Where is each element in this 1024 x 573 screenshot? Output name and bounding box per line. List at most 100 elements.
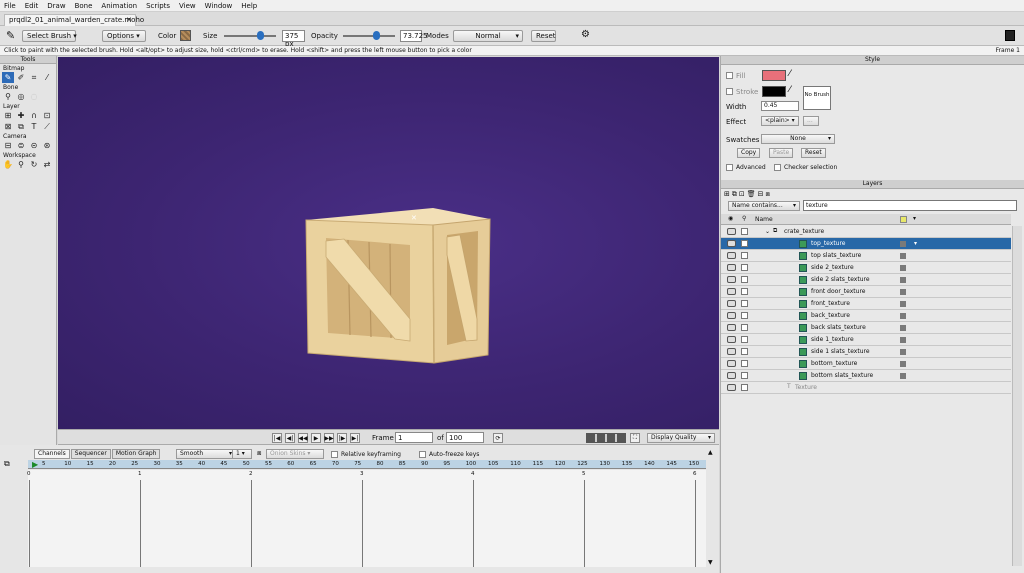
rotate-layer-tool-icon[interactable]: ∩	[28, 110, 40, 121]
layer-row[interactable]: side 1 slats_texture	[721, 346, 1011, 358]
copy-button[interactable]: Copy	[737, 148, 761, 158]
layer-row[interactable]: top_texture ▾	[721, 238, 1011, 250]
no-brush-box[interactable]: No Brush	[803, 86, 831, 110]
new-layer-icon[interactable]: ⊞	[724, 190, 730, 200]
layer-checkbox[interactable]	[741, 276, 748, 283]
view-mode-icons[interactable]	[586, 433, 626, 443]
onion-skins-icon[interactable]: ⧈	[257, 449, 261, 458]
layer-checkbox[interactable]	[741, 228, 748, 235]
layer-checkbox[interactable]	[741, 372, 748, 379]
eye-icon[interactable]	[727, 360, 736, 367]
layer-row[interactable]: back slats_texture	[721, 322, 1011, 334]
relative-keyframing-checkbox[interactable]	[331, 451, 338, 458]
set-origin-tool-icon[interactable]: ⊠	[2, 121, 14, 132]
chevron-down-icon[interactable]: ▾	[913, 215, 916, 222]
layer-row[interactable]: bottom slats_texture	[721, 370, 1011, 382]
stroke-eyedropper-icon[interactable]: ⁄	[789, 85, 791, 95]
filter-layers-icon[interactable]: ⧈	[766, 190, 770, 200]
scroll-up-icon[interactable]: ▲	[708, 449, 713, 456]
layer-row[interactable]: front_texture	[721, 298, 1011, 310]
text-tool-icon[interactable]: T	[28, 121, 40, 132]
effect-settings-button[interactable]: ...	[803, 116, 819, 126]
eye-icon[interactable]	[727, 372, 736, 379]
eyedropper-tool-icon[interactable]: ⁄	[41, 72, 53, 83]
color-swatch[interactable]	[180, 30, 191, 41]
layer-row[interactable]: side 2 slats_texture	[721, 274, 1011, 286]
menu-edit[interactable]: Edit	[25, 2, 39, 10]
filter-mode-dropdown[interactable]: Name contains... ▾	[728, 201, 800, 211]
eye-icon[interactable]	[727, 300, 736, 307]
forward-end-icon[interactable]: ▶|	[350, 433, 360, 443]
transform-tool-icon[interactable]: ⌗	[28, 72, 40, 83]
menu-file[interactable]: File	[4, 2, 16, 10]
bone-select-tool-icon[interactable]: ⚲	[2, 91, 14, 102]
copy-layer-icon[interactable]: ⊡	[739, 190, 745, 200]
layer-checkbox[interactable]	[741, 252, 748, 259]
layer-checkbox[interactable]	[741, 300, 748, 307]
fill-eyedropper-icon[interactable]: ⁄	[789, 69, 791, 79]
options-button[interactable]: Options ▾	[102, 30, 146, 42]
loop-icon[interactable]: ⟳	[493, 433, 503, 443]
onion-skins-dropdown[interactable]: Onion Skins ▾	[266, 449, 324, 459]
name-column-header[interactable]: Name	[755, 216, 773, 223]
interpolation-number[interactable]: 1 ▾	[232, 449, 252, 459]
timeline-lock-icon[interactable]: ⧉	[4, 459, 10, 469]
effect-dropdown[interactable]: <plain> ▾	[761, 116, 799, 126]
scroll-down-icon[interactable]: ▼	[708, 559, 713, 566]
menu-animation[interactable]: Animation	[101, 2, 137, 10]
menu-help[interactable]: Help	[241, 2, 257, 10]
play-icon[interactable]: ▶	[311, 433, 321, 443]
eye-icon[interactable]	[727, 336, 736, 343]
reset-button[interactable]: Reset	[531, 30, 556, 42]
move-layer-tool-icon[interactable]: ✚	[15, 110, 27, 121]
fill-color-swatch[interactable]	[762, 70, 786, 81]
chevron-down-icon[interactable]: ⌄	[765, 228, 770, 235]
layer-checkbox[interactable]	[741, 324, 748, 331]
layer-row-texture[interactable]: T Texture	[721, 382, 1011, 394]
eye-icon[interactable]	[727, 240, 736, 247]
document-tab[interactable]: prqdl2_01_animal_warden_crate.moho ✕	[4, 14, 144, 26]
timeline-grid[interactable]: 0 1 2 3 4 5 6	[27, 470, 706, 567]
orbit-icon[interactable]: ⇄	[41, 159, 53, 170]
camera-roll-icon[interactable]: ⊝	[28, 140, 40, 151]
display-quality-dropdown[interactable]: Display Quality ▾	[647, 433, 715, 443]
interpolation-dropdown[interactable]: Smooth ▾	[176, 449, 236, 459]
step-back-icon[interactable]: ◀◀	[298, 433, 308, 443]
camera-pan-icon[interactable]: ⊛	[41, 140, 53, 151]
camera-zoom-icon[interactable]: ⊜	[15, 140, 27, 151]
style-reset-button[interactable]: Reset	[801, 148, 826, 158]
stroke-checkbox[interactable]	[726, 88, 733, 95]
panel-toggle-icon[interactable]	[1005, 30, 1015, 41]
fullscreen-icon[interactable]: ⛶	[630, 433, 640, 443]
tab-channels[interactable]: Channels	[34, 449, 70, 459]
layer-checkbox[interactable]	[741, 264, 748, 271]
opacity-slider-track[interactable]	[343, 35, 395, 37]
eye-icon[interactable]	[727, 288, 736, 295]
modes-dropdown[interactable]: Normal ▾	[453, 30, 523, 42]
close-icon[interactable]: ✕	[126, 16, 132, 24]
transform-layer-tool-icon[interactable]: ⊞	[2, 110, 14, 121]
size-field[interactable]: 375 px	[282, 30, 305, 48]
canvas-viewport[interactable]: ✕	[58, 57, 719, 429]
bone-dim-tool-icon[interactable]: ◌	[28, 91, 40, 102]
eye-icon[interactable]	[727, 384, 736, 391]
scale-layer-tool-icon[interactable]: ⊡	[41, 110, 53, 121]
layer-group-row[interactable]: ⌄ ⧉ crate_texture	[721, 226, 1011, 238]
menu-draw[interactable]: Draw	[47, 2, 65, 10]
eye-icon[interactable]	[727, 276, 736, 283]
eye-icon[interactable]	[727, 324, 736, 331]
layer-row[interactable]: bottom_texture	[721, 358, 1011, 370]
layer-row[interactable]: side 1_texture	[721, 334, 1011, 346]
menu-bone[interactable]: Bone	[75, 2, 93, 10]
frame-field[interactable]: 1	[395, 432, 433, 443]
paste-button[interactable]: Paste	[769, 148, 794, 158]
menu-scripts[interactable]: Scripts	[146, 2, 170, 10]
layer-checkbox[interactable]	[741, 384, 748, 391]
rewind-start-icon[interactable]: |◀	[272, 433, 282, 443]
opacity-slider-handle[interactable]	[373, 31, 380, 40]
auto-freeze-checkbox[interactable]	[419, 451, 426, 458]
playhead-icon[interactable]: ▶	[32, 460, 38, 469]
zoom-icon[interactable]: ⚲	[15, 159, 27, 170]
pen-layer-tool-icon[interactable]: ⟋	[41, 121, 53, 132]
layer-row[interactable]: front door_texture	[721, 286, 1011, 298]
